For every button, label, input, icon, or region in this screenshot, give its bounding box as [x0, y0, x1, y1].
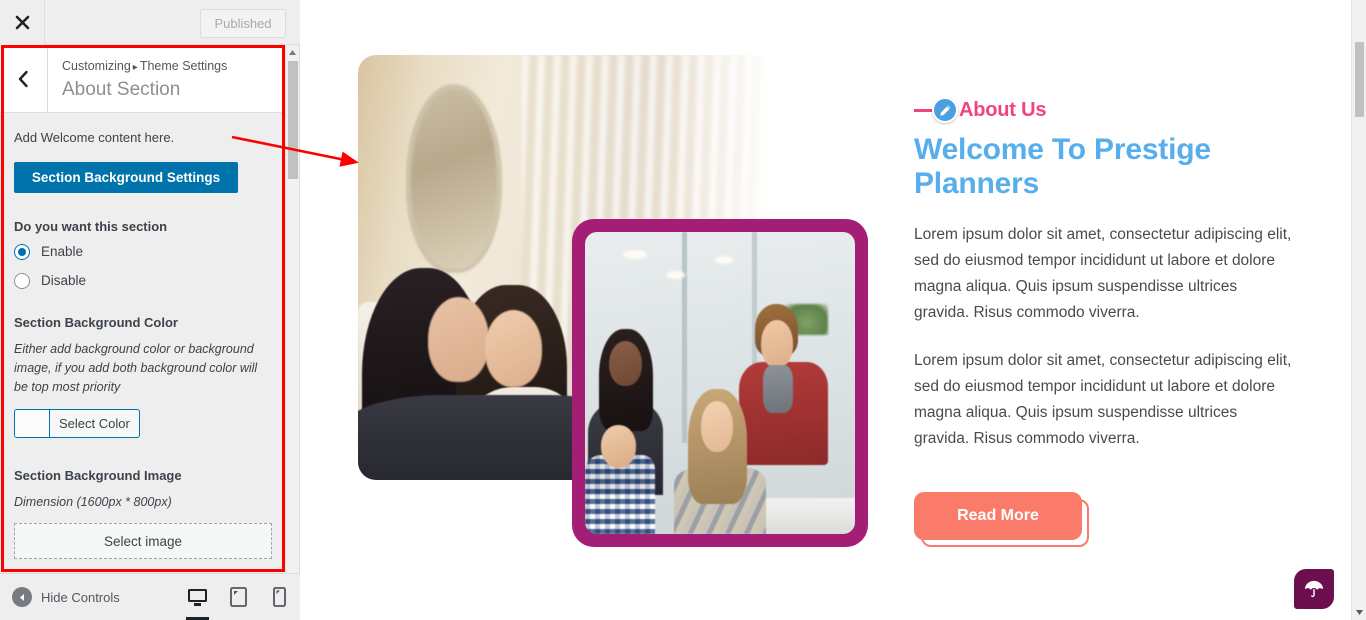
read-more-button[interactable]: Read More [914, 492, 1082, 541]
window-scroll-down-arrow[interactable] [1352, 604, 1366, 620]
breadcrumb-parent: Theme Settings [139, 59, 228, 73]
select-color-button[interactable]: Select Color [14, 408, 140, 438]
scroll-to-top-button[interactable] [1294, 569, 1334, 609]
customizer-screen: Published Customizing ▸ Theme Settings Abo… [0, 0, 1366, 620]
about-paragraph-1: Lorem ipsum dolor sit amet, consectetur … [914, 226, 1292, 322]
publish-button[interactable]: Published [200, 9, 286, 38]
close-customizer-button[interactable] [0, 0, 45, 45]
back-button[interactable] [0, 45, 48, 112]
controls-list: Add Welcome content here. Section Backgr… [0, 113, 286, 559]
radio-disable-label: Disable [41, 273, 87, 288]
window-scrollbar[interactable] [1351, 0, 1366, 620]
read-more-wrapper: Read More [914, 492, 1089, 548]
window-scroll-thumb[interactable] [1355, 42, 1364, 117]
eyebrow-dash [914, 108, 934, 112]
breadcrumb-separator: ▸ [132, 62, 138, 73]
bg-color-description: Either add background color or backgroun… [14, 341, 258, 395]
pencil-edit-icon [939, 104, 951, 116]
edit-shortcut-button[interactable] [932, 97, 958, 123]
close-x-icon [15, 15, 29, 30]
theme-preview-frame[interactable]: About Us Welcome To Prestige Planners Lo… [301, 0, 1351, 620]
help-text: Add Welcome content here. [14, 130, 175, 145]
caret-down-icon [1356, 609, 1363, 615]
radio-disable-indicator[interactable] [14, 272, 30, 289]
chevron-left-icon [18, 70, 28, 87]
about-eyebrow: About Us [914, 95, 1314, 125]
radio-enable-label: Enable [41, 244, 84, 259]
desktop-icon [188, 588, 207, 606]
color-swatch[interactable] [15, 409, 50, 437]
radio-enable[interactable]: Enable [14, 243, 272, 260]
device-tablet-button[interactable] [218, 574, 259, 620]
breadcrumb-prefix: Customizing [62, 59, 131, 73]
section-header: Customizing ▸ Theme Settings About Section [0, 45, 286, 113]
device-desktop-button[interactable] [177, 574, 218, 620]
caret-up-icon [289, 49, 296, 55]
about-image-secondary [572, 219, 868, 547]
panel-scroll-thumb[interactable] [288, 61, 298, 179]
about-eyebrow-text: About Us [959, 98, 1047, 121]
about-text-column: About Us Welcome To Prestige Planners Lo… [914, 95, 1314, 548]
customizer-panel-body: Customizing ▸ Theme Settings About Section… [0, 45, 286, 573]
breadcrumb: Customizing ▸ Theme Settings [62, 58, 227, 76]
hide-controls-label: Hide Controls [41, 589, 120, 605]
panel-scroll-up-arrow[interactable] [286, 45, 299, 59]
tablet-icon [230, 587, 247, 607]
radio-enable-indicator[interactable] [14, 243, 30, 260]
bg-image-dimension: Dimension (1600px * 800px) [14, 494, 172, 509]
mobile-icon [273, 587, 286, 607]
enable-group-label: Do you want this section [14, 218, 168, 234]
umbrella-icon [1305, 580, 1323, 598]
section-titles: Customizing ▸ Theme Settings About Section [48, 45, 227, 112]
panel-scrollbar[interactable] [285, 45, 299, 573]
about-paragraph-2: Lorem ipsum dolor sit amet, consectetur … [914, 352, 1292, 448]
customizer-footer: Hide Controls [0, 573, 300, 620]
select-color-label: Select Color [59, 415, 130, 431]
device-preview-group [177, 574, 300, 620]
customizer-panel: Published Customizing ▸ Theme Settings Abo… [0, 0, 300, 620]
radio-disable[interactable]: Disable [14, 272, 272, 289]
page-title: About Section [62, 78, 181, 100]
section-background-settings-button[interactable]: Section Background Settings [14, 161, 238, 193]
customizer-topbar: Published [0, 0, 300, 45]
collapse-arrow-icon [12, 587, 32, 607]
hide-controls-button[interactable]: Hide Controls [12, 587, 120, 607]
select-image-button[interactable]: Select image [14, 523, 272, 559]
device-mobile-button[interactable] [259, 574, 300, 620]
about-section: About Us Welcome To Prestige Planners Lo… [301, 0, 1351, 620]
bg-image-label: Section Background Image [14, 467, 182, 483]
bg-color-label: Section Background Color [14, 314, 178, 330]
about-heading: Welcome To Prestige Planners [914, 133, 1211, 200]
